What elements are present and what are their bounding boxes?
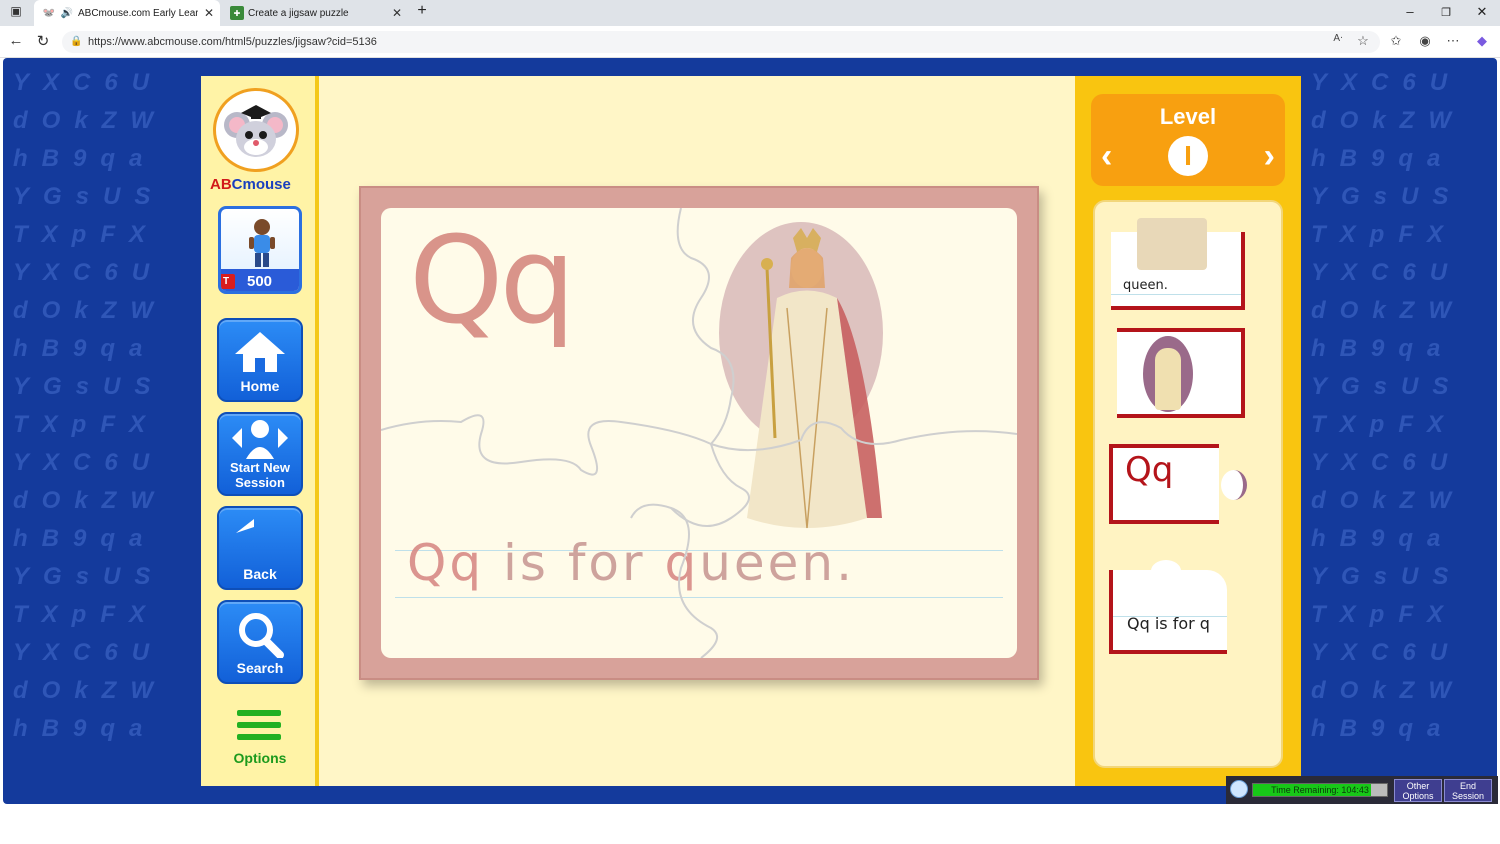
close-window-icon[interactable]: ✕ — [1472, 4, 1492, 20]
level-next-arrow-icon[interactable]: › — [1264, 136, 1275, 176]
level-selector: Level ‹ I › — [1091, 94, 1285, 186]
url-input[interactable]: 🔒 https://www.abcmouse.com/html5/puzzles… — [62, 31, 1380, 53]
piece-tab — [1221, 470, 1247, 500]
speaker-icon[interactable]: 🔊 — [60, 6, 74, 20]
queen-fragment — [1155, 348, 1181, 410]
mouse-mascot-icon — [224, 105, 288, 157]
close-tab-icon[interactable]: ✕ — [204, 6, 214, 20]
piece-line — [1111, 294, 1241, 295]
search-button[interactable]: Search — [217, 600, 303, 684]
piece-3-text: Qq — [1125, 450, 1174, 490]
more-menu-icon[interactable]: ⋯ — [1443, 33, 1463, 49]
start-new-session-icon — [219, 416, 301, 460]
puzzle-piece-1[interactable]: queen. — [1111, 218, 1245, 310]
time-meter: Time Remaining: 104:43 — [1252, 783, 1388, 797]
piece-tab — [1151, 560, 1181, 582]
time-remaining-bar: Time Remaining: 104:43 Other Options End… — [1226, 776, 1498, 804]
maximize-icon[interactable]: ❐ — [1436, 6, 1456, 19]
search-icon — [219, 608, 301, 660]
puzzle-piece-2[interactable] — [1117, 328, 1245, 418]
piece-1-text: queen. — [1123, 278, 1168, 293]
search-label: Search — [236, 660, 284, 676]
puzzle-board[interactable]: Qq Qq is for queen. — [359, 186, 1039, 680]
queen-fragment — [1137, 218, 1207, 270]
tab-label: ABCmouse.com Early Learnir — [78, 7, 198, 19]
start-new-session-label: Start New Session — [230, 460, 290, 490]
other-options-button[interactable]: Other Options — [1394, 779, 1442, 802]
back-arrow-icon[interactable]: ← — [6, 32, 26, 49]
ticket-bar: T 500 — [221, 269, 299, 291]
mouse-favicon-icon: 🐭 — [42, 7, 56, 19]
favorite-star-icon[interactable]: ☆ — [1353, 33, 1373, 49]
puzzle-area: Qq Qq is for queen. — [323, 76, 1075, 786]
read-aloud-icon[interactable]: Aᐧ — [1328, 33, 1348, 44]
avatar-icon — [249, 219, 275, 267]
home-button[interactable]: Home — [217, 318, 303, 402]
level-prev-arrow-icon[interactable]: ‹ — [1101, 136, 1112, 176]
address-bar: ← ↻ 🔒 https://www.abcmouse.com/html5/puz… — [0, 26, 1500, 58]
lock-icon: 🔒 — [70, 36, 83, 47]
end-session-button[interactable]: End Session — [1444, 779, 1492, 802]
url-text: https://www.abcmouse.com/html5/puzzles/j… — [88, 36, 377, 48]
background-pattern-right: YXC6U dOkZW hB9qa YGsUS TXpFX YXC6U dOkZ… — [1311, 69, 1465, 742]
start-new-session-button[interactable]: Start New Session — [217, 412, 303, 496]
logo-text-cmouse: Cmouse — [231, 176, 291, 193]
puzzle-cut-lines — [381, 208, 1017, 658]
tab-label: Create a jigsaw puzzle — [248, 7, 349, 19]
profile-icon[interactable]: ◉ — [1415, 33, 1435, 49]
close-tab-icon[interactable]: ✕ — [392, 6, 402, 20]
tab-jigsaw[interactable]: ✚ Create a jigsaw puzzle ✕ — [222, 0, 408, 26]
puzzle-favicon-icon: ✚ — [230, 6, 244, 20]
logo-wordmark: ABCmouse — [210, 176, 291, 193]
browser-tab-bar: ▣ 🐭 🔊 ABCmouse.com Early Learnir ✕ ✚ Cre… — [0, 0, 1500, 26]
piece-tray: queen. Qq Qq is for q — [1093, 200, 1283, 768]
avatar-card[interactable]: T 500 — [218, 206, 302, 294]
options-menu-icon[interactable] — [237, 710, 281, 744]
back-button[interactable]: Back — [217, 506, 303, 590]
copilot-icon[interactable]: ◆ — [1472, 33, 1492, 49]
puzzle-piece-4[interactable]: Qq is for q — [1109, 560, 1227, 654]
ticket-count: 500 — [247, 273, 273, 290]
ticket-icon: T — [221, 274, 236, 289]
time-remaining-text: Time Remaining: 104:43 — [1271, 785, 1369, 795]
home-icon — [219, 326, 301, 378]
left-nav: ABCmouse T 500 Home Start New Session Ba… — [201, 76, 319, 786]
right-panel: Level ‹ I › queen. Qq Qq is for q — [1075, 76, 1301, 786]
back-label: Back — [243, 566, 277, 582]
favorites-icon[interactable]: ✩ — [1386, 33, 1406, 49]
puzzle-image: Qq Qq is for queen. — [381, 208, 1017, 658]
clock-icon — [1230, 780, 1248, 798]
home-label: Home — [240, 378, 280, 394]
tab-abcmouse[interactable]: 🐭 🔊 ABCmouse.com Early Learnir ✕ — [34, 0, 220, 26]
back-arrow-icon — [219, 514, 301, 566]
new-tab-icon[interactable]: + — [412, 2, 432, 20]
puzzle-piece-3[interactable]: Qq — [1109, 444, 1247, 524]
level-title: Level — [1159, 104, 1217, 129]
minimize-icon[interactable]: – — [1400, 4, 1420, 19]
background-pattern-left: YXC6U dOkZW hB9qa YGsUS TXpFX YXC6U dOkZ… — [13, 69, 167, 742]
game-area: ABCmouse T 500 Home Start New Session Ba… — [201, 76, 1301, 786]
abcmouse-logo[interactable] — [213, 88, 299, 172]
logo-text-ab: AB — [210, 176, 232, 193]
level-number: I — [1168, 136, 1208, 176]
tab-actions-icon[interactable]: ▣ — [6, 4, 26, 18]
piece-4-text: Qq is for q — [1127, 614, 1210, 633]
refresh-icon[interactable]: ↻ — [33, 32, 53, 50]
page-background: YXC6U dOkZW hB9qa YGsUS TXpFX YXC6U dOkZ… — [3, 58, 1497, 804]
options-label[interactable]: Options — [201, 750, 319, 766]
